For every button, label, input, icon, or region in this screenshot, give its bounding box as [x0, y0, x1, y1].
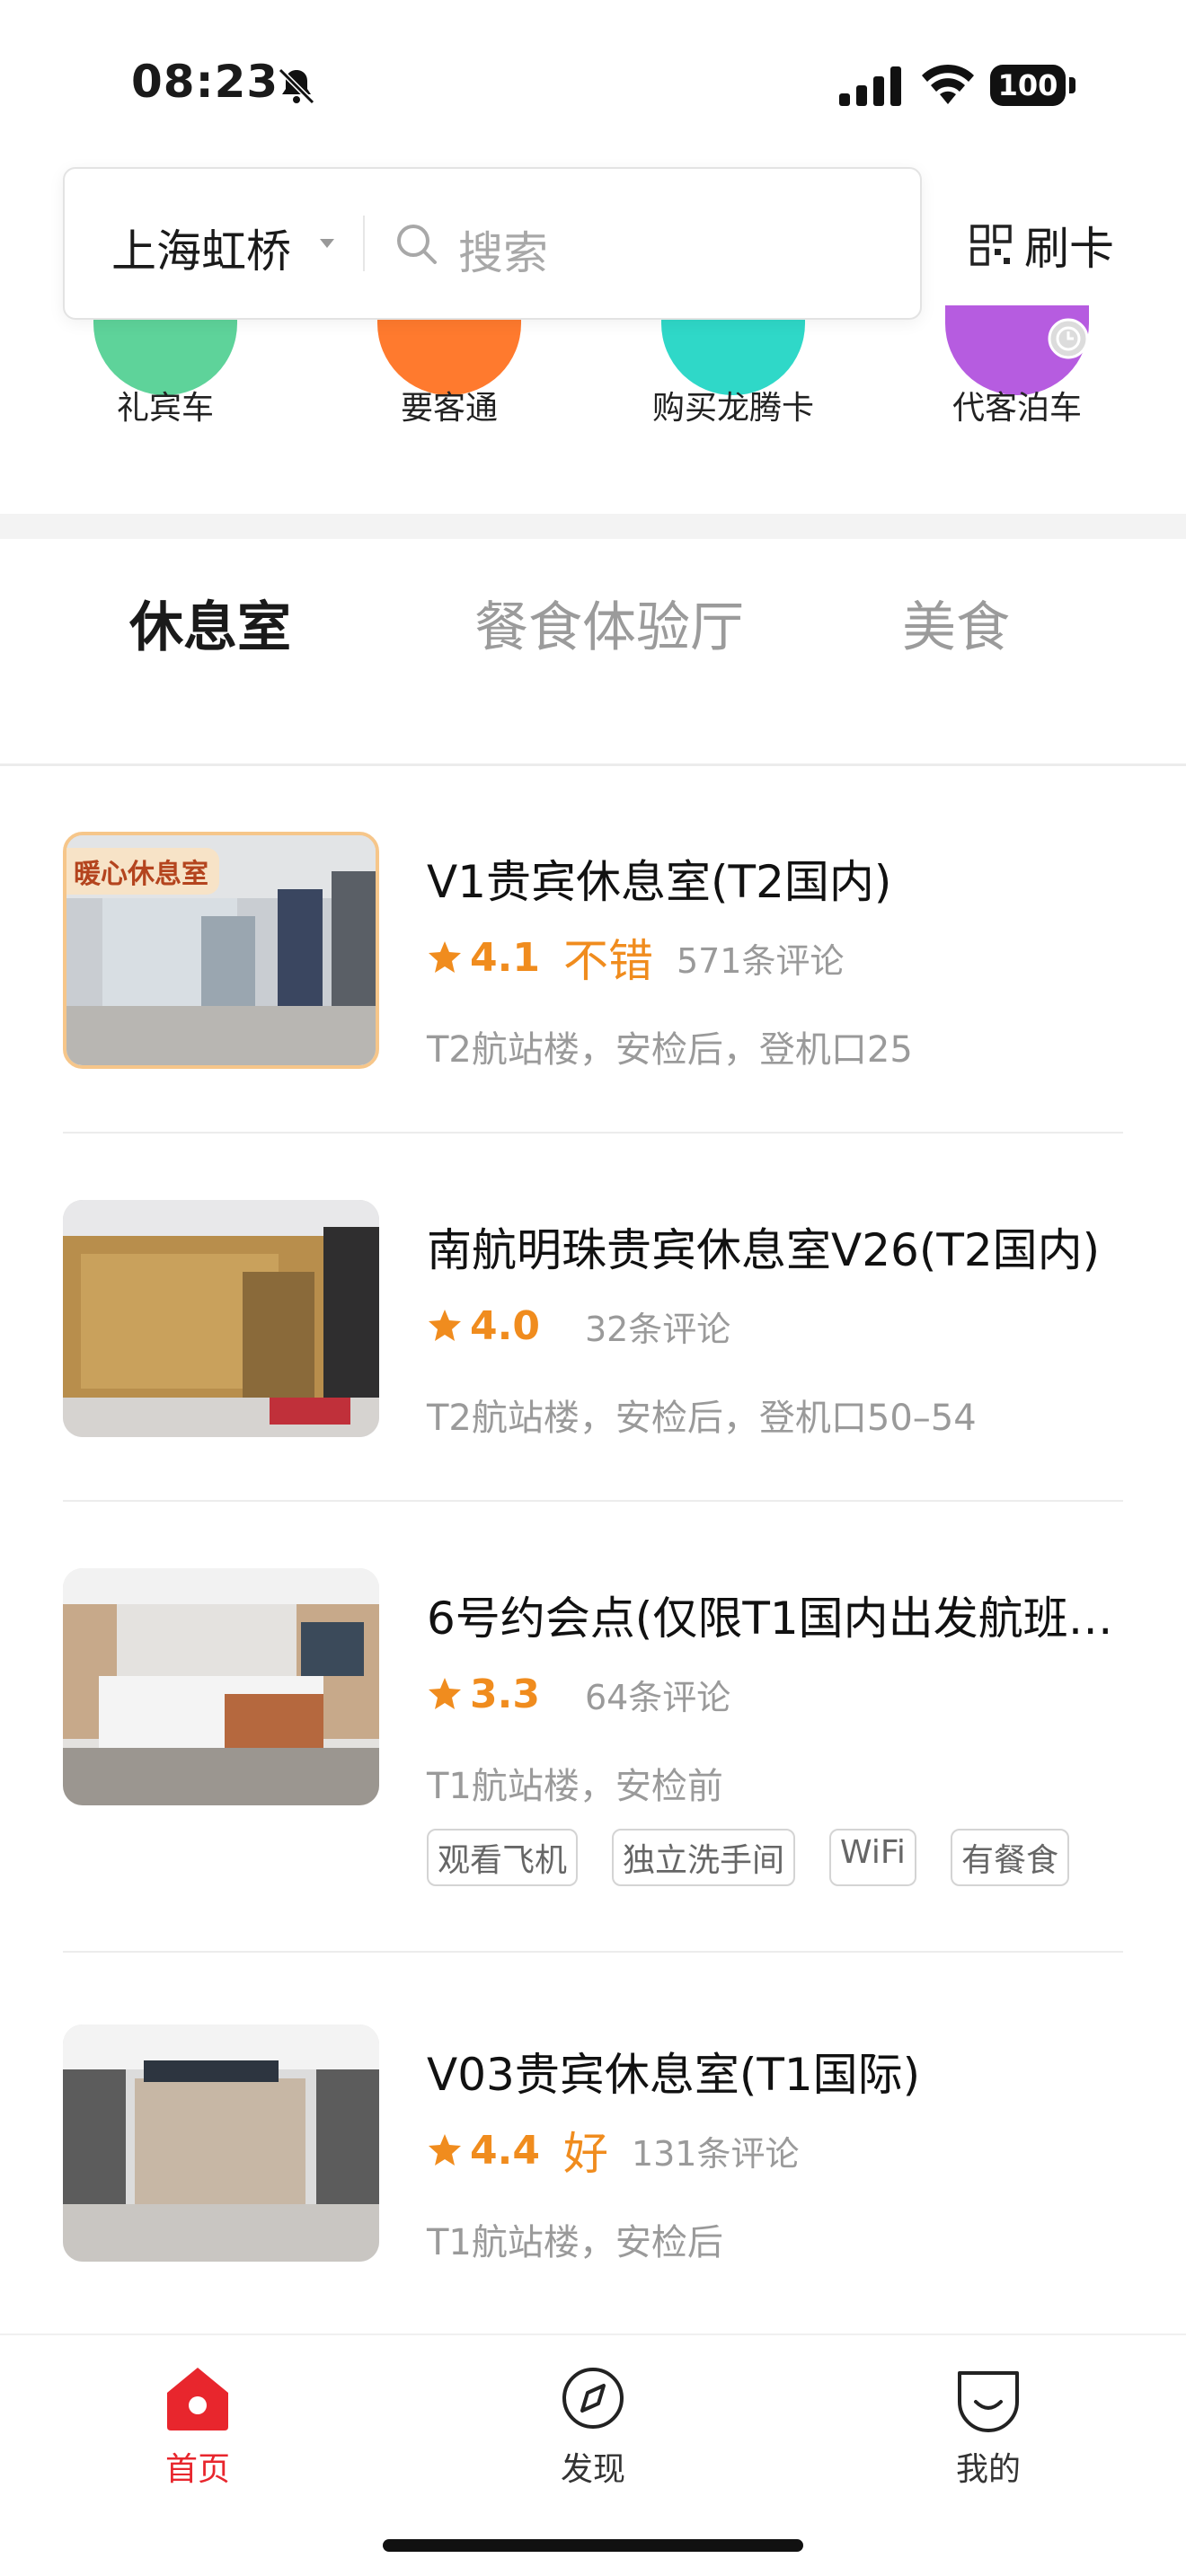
list-divider: [63, 1132, 1123, 1134]
lounge-title: V1贵宾休息室(T2国内): [427, 856, 892, 908]
amenity-tag: 独立洗手间: [612, 1829, 796, 1886]
nav-label: 我的: [955, 2451, 1021, 2488]
wifi-icon: [922, 64, 974, 104]
app-screen: 08:23 100 礼宾车 要客通 购买龙腾卡 代客泊车 上海虹桥 搜索 刷卡 …: [0, 0, 1186, 2576]
review-count: 571条评论: [676, 940, 845, 981]
star-icon: [429, 2134, 461, 2166]
amenity-tag: 观看飞机: [427, 1829, 579, 1886]
search-icon[interactable]: [394, 221, 440, 268]
rating-row: 4.1 不错 571条评论: [427, 931, 845, 987]
search-bar: 上海虹桥 搜索: [63, 167, 922, 320]
lounge-photo-image: [63, 1200, 379, 1437]
amenity-tag: 有餐食: [950, 1829, 1069, 1886]
nav-profile[interactable]: 我的: [881, 2362, 1096, 2490]
lounge-location: T1航站楼，安检后: [427, 2222, 723, 2263]
lounge-title: 南航明珠贵宾休息室V26(T2国内): [427, 1224, 1101, 1276]
rating-score: 4.0: [470, 1302, 540, 1349]
section-divider: [0, 514, 1186, 539]
nav-discover[interactable]: 发现: [485, 2362, 701, 2490]
quick-action-label: 礼宾车: [116, 390, 214, 427]
rating-score: 4.4: [470, 2127, 540, 2174]
rating-score: 4.1: [470, 934, 540, 981]
lounge-title: 6号约会点(仅限T1国内出发航班…: [427, 1592, 1113, 1645]
lounge-thumbnail: 暖心休息室: [63, 832, 379, 1069]
cellular-signal-icon: [839, 66, 901, 106]
star-icon: [429, 1678, 461, 1709]
battery-level: 100: [990, 65, 1066, 106]
scan-card-button[interactable]: 刷卡: [970, 214, 1114, 277]
rating-row: 3.3 64条评论: [427, 1667, 730, 1721]
tab-food[interactable]: 美食: [902, 584, 1010, 662]
quick-action-label: 购买龙腾卡: [651, 390, 814, 427]
lounge-thumbnail: [63, 2025, 379, 2262]
nav-home[interactable]: 首页: [90, 2362, 305, 2490]
lounge-location: T2航站楼，安检后，登机口25: [427, 1029, 913, 1071]
lounge-list-item[interactable]: 6号约会点(仅限T1国内出发航班… 3.3 64条评论 T1航站楼，安检前 观看…: [63, 1568, 1123, 1910]
list-divider: [63, 1500, 1123, 1502]
battery-tip: [1069, 77, 1075, 93]
tab-lounge[interactable]: 休息室: [129, 584, 291, 662]
lounge-list-item[interactable]: 暖心休息室 V1贵宾休息室(T2国内) 4.1 不错 571条评论 T2航站楼，…: [63, 832, 1123, 1101]
amenity-tags: 观看飞机 独立洗手间 WiFi 有餐食: [427, 1829, 1103, 1886]
star-icon: [429, 941, 461, 973]
profile-icon: [958, 2371, 1019, 2432]
battery-indicator: 100: [990, 65, 1076, 106]
category-tabs: 休息室 餐食体验厅 美食: [0, 539, 1186, 763]
bell-muted-icon: [278, 67, 315, 105]
rating-score: 3.3: [470, 1671, 540, 1717]
lounge-location: T2航站楼，安检后，登机口50–54: [427, 1398, 977, 1439]
list-divider: [63, 1951, 1123, 1953]
lounge-list-item[interactable]: 南航明珠贵宾休息室V26(T2国内) 4.0 32条评论 T2航站楼，安检后，登…: [63, 1200, 1123, 1469]
review-count: 64条评论: [584, 1677, 731, 1717]
rating-verdict: 不错: [562, 935, 653, 987]
quick-action-label: 代客泊车: [951, 390, 1082, 427]
lounge-photo-image: [63, 2025, 379, 2262]
lounge-thumbnail: [63, 1200, 379, 1437]
home-indicator[interactable]: [383, 2539, 803, 2552]
quick-action-label: 要客通: [400, 390, 498, 427]
rating-row: 4.4 好 131条评论: [427, 2123, 800, 2180]
lounge-location: T1航站楼，安检前: [427, 1766, 723, 1807]
tabs-divider: [0, 763, 1186, 766]
nav-label: 发现: [560, 2451, 625, 2488]
city-selector[interactable]: 上海虹桥: [111, 216, 291, 280]
city-dropdown-caret-icon[interactable]: [320, 239, 334, 248]
compass-icon: [562, 2368, 624, 2429]
status-bar: 08:23 100: [0, 0, 1186, 153]
search-input[interactable]: 搜索: [458, 217, 548, 282]
rating-row: 4.0 32条评论: [427, 1299, 730, 1353]
scan-card-label: 刷卡: [1024, 223, 1114, 275]
lounge-thumbnail: [63, 1568, 379, 1805]
tab-dining-hall[interactable]: 餐食体验厅: [474, 584, 744, 662]
lounge-title: V03贵宾休息室(T1国际): [427, 2049, 921, 2101]
rating-verdict: 好: [562, 2128, 608, 2180]
status-time: 08:23: [131, 56, 279, 108]
home-icon: [167, 2368, 228, 2430]
lounge-photo-image: [63, 1568, 379, 1805]
qr-code-icon: [970, 225, 1012, 266]
search-divider: [363, 216, 365, 271]
nav-label: 首页: [164, 2451, 230, 2488]
star-icon: [429, 1310, 461, 1341]
warm-lounge-badge: 暖心休息室: [66, 848, 219, 895]
clock-icon: [1048, 318, 1089, 359]
review-count: 131条评论: [631, 2133, 800, 2174]
amenity-tag: WiFi: [829, 1829, 916, 1886]
review-count: 32条评论: [584, 1309, 731, 1349]
lounge-list-item[interactable]: V03贵宾休息室(T1国际) 4.4 好 131条评论 T1航站楼，安检后: [63, 2025, 1123, 2294]
